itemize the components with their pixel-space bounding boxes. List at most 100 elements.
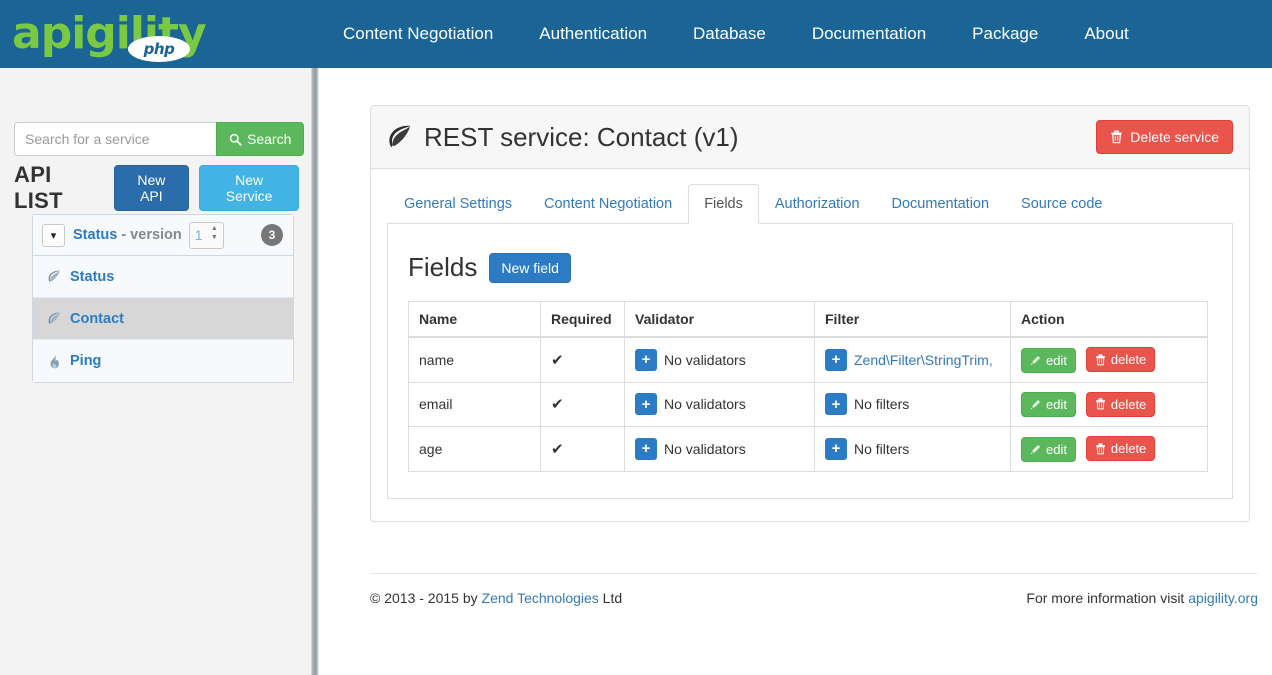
tab-documentation[interactable]: Documentation [876,184,1006,224]
delete-label: delete [1110,352,1147,367]
cell-action: edit delete [1010,426,1208,472]
nav-link-authentication[interactable]: Authentication [516,0,670,68]
delete-field-button[interactable]: delete [1085,391,1156,417]
fields-tab-pane: Fields New field Name Required Validator… [387,224,1233,499]
top-navbar: apigility php Content Negotiation Authen… [0,0,1272,68]
spinner-arrows-icon[interactable]: ▲ ▼ [211,225,218,241]
tab-authorization[interactable]: Authorization [759,184,876,224]
copyright-suffix: Ltd [598,590,623,606]
service-panel: REST service: Contact (v1) Delete servic… [370,105,1250,522]
validator-text: No validators [664,396,746,413]
column-header-action: Action [1010,301,1208,338]
add-validator-icon[interactable]: + [635,437,657,460]
edit-label: edit [1046,397,1067,412]
sidebar-item-label: Contact [70,310,124,327]
trash-icon [1095,442,1106,455]
footer-info: For more information visit apigility.org [1026,590,1258,606]
pencil-icon [1030,444,1041,455]
main-content: REST service: Contact (v1) Delete servic… [319,68,1272,675]
add-validator-icon[interactable]: + [635,348,657,371]
nav-link-about[interactable]: About [1061,0,1151,68]
tab-content-negotiation[interactable]: Content Negotiation [528,184,688,224]
nav-link-package[interactable]: Package [949,0,1061,68]
search-button[interactable]: Search [216,122,305,156]
sidebar-item-label: Ping [70,353,102,369]
table-row: age ✔ + No validators + No filters edit … [408,426,1208,472]
apigility-org-link[interactable]: apigility.org [1188,590,1258,606]
sidebar-item-ping[interactable]: Ping [33,340,293,382]
column-header-name: Name [408,301,541,338]
new-service-button[interactable]: New Service [199,165,299,211]
filter-text: No filters [854,396,910,413]
page-title: REST service: Contact (v1) [387,122,739,153]
sidebar-item-label: Status [70,268,115,285]
tab-source-code[interactable]: Source code [1005,184,1118,224]
delete-service-button[interactable]: Delete service [1096,120,1233,154]
search-form: Search [14,122,305,156]
sidebar-item-status[interactable]: Status [33,256,293,298]
pencil-icon [1030,399,1041,410]
column-header-filter: Filter [814,301,1011,338]
api-list-header: API LIST New API New Service [14,162,299,213]
filter-text: No filters [854,440,910,457]
table-row: name ✔ + No validators + Zend\Filter\Str… [408,336,1208,383]
copyright-prefix: © 2013 - 2015 by [370,590,482,606]
service-panel-body: General Settings Content Negotiation Fie… [371,169,1249,521]
php-badge-icon: php [128,36,190,62]
cell-field-name: email [408,381,541,427]
nav-link-documentation[interactable]: Documentation [789,0,949,68]
new-api-button[interactable]: New API [113,165,190,211]
service-tabs: General Settings Content Negotiation Fie… [387,184,1233,224]
leaf-icon [47,269,62,284]
sidebar-item-contact[interactable]: Contact [33,298,293,340]
cell-required: ✔ [540,336,625,383]
add-filter-icon[interactable]: + [825,437,847,460]
cell-action: edit delete [1010,336,1208,383]
api-version-value: 1 [194,227,203,243]
nav-link-database[interactable]: Database [670,0,789,68]
search-button-label: Search [247,131,292,147]
add-validator-icon[interactable]: + [635,393,657,416]
edit-field-button[interactable]: edit [1021,392,1076,417]
add-filter-icon[interactable]: + [825,393,847,416]
trash-icon [1110,130,1123,144]
api-name-link[interactable]: Status [73,227,117,243]
edit-field-button[interactable]: edit [1021,436,1076,462]
flame-icon [47,354,62,369]
api-version-stepper[interactable]: 1 ▲ ▼ [188,221,224,249]
edit-field-button[interactable]: edit [1021,347,1076,373]
delete-label: delete [1110,441,1147,456]
cell-required: ✔ [540,381,625,427]
service-panel-header: REST service: Contact (v1) Delete servic… [371,106,1249,169]
nav-link-content-negotiation[interactable]: Content Negotiation [320,0,516,68]
page-title-text: REST service: Contact (v1) [424,121,739,152]
fields-table-body: name ✔ + No validators + Zend\Filter\Str… [408,336,1208,472]
api-tree: ▾ Status - version 1 ▲ ▼ 3 Status Contac… [32,214,294,383]
info-prefix: For more information visit [1026,590,1189,606]
api-list-title: API LIST [14,162,63,213]
add-filter-icon[interactable]: + [825,348,847,371]
chevron-down-icon[interactable]: ▾ [42,223,65,247]
sidebar-scrollbar[interactable] [312,68,318,675]
sidebar: Search API LIST New API New Service ▾ St… [0,68,311,675]
edit-label: edit [1046,441,1067,457]
cell-filter: + No filters [814,426,1011,472]
footer-copyright: © 2013 - 2015 by Zend Technologies Ltd [370,590,622,606]
column-header-validator: Validator [624,301,815,338]
footer: © 2013 - 2015 by Zend Technologies Ltd F… [370,573,1258,606]
cell-filter: + Zend\Filter\StringTrim, [814,336,1011,383]
leaf-icon [47,311,62,326]
new-field-button[interactable]: New field [489,252,571,283]
tab-fields[interactable]: Fields [688,184,759,224]
search-input[interactable] [14,122,216,156]
delete-field-button[interactable]: delete [1085,347,1156,372]
table-row: email ✔ + No validators + No filters edi… [408,381,1208,427]
pencil-icon [1030,355,1041,366]
delete-field-button[interactable]: delete [1085,436,1156,461]
search-icon [229,133,242,146]
tab-general-settings[interactable]: General Settings [388,184,528,224]
validator-text: No validators [664,351,746,368]
zend-technologies-link[interactable]: Zend Technologies [482,590,599,606]
brand-logo[interactable]: apigility php [0,0,320,68]
filter-link[interactable]: Zend\Filter\StringTrim, [854,352,993,368]
